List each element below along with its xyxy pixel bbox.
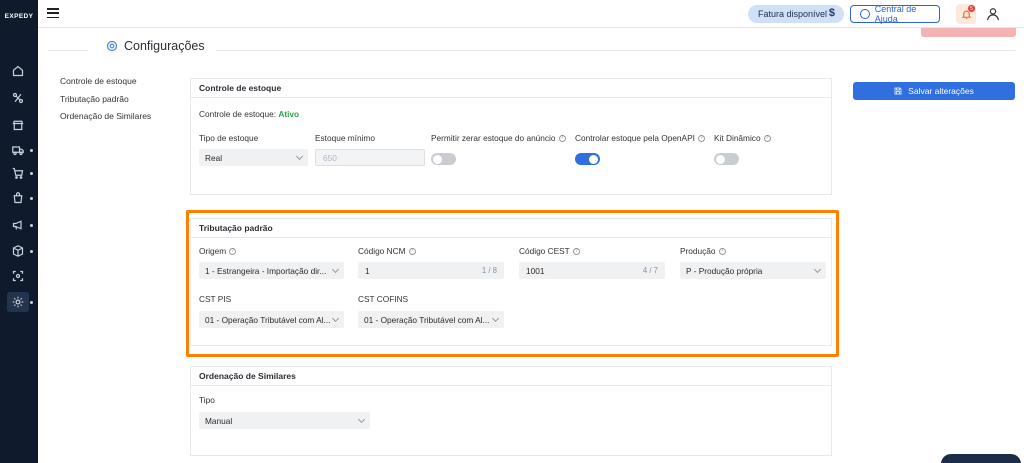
- nav-dot: [30, 301, 33, 304]
- menu-item-tributacao[interactable]: Tributação padrão: [60, 94, 190, 104]
- similares-tipo-label: Tipo: [199, 395, 215, 405]
- openapi-toggle[interactable]: [575, 153, 600, 165]
- notifications-button[interactable]: 5: [956, 4, 976, 24]
- tipo-estoque-value: Real: [205, 152, 223, 163]
- highlight-box: [186, 210, 839, 357]
- permitir-zerar-text: Permitir zerar estoque do anúncio: [431, 133, 556, 143]
- openapi-text: Controlar estoque pela OpenAPI: [575, 133, 695, 143]
- save-button-label: Salvar alterações: [908, 86, 974, 96]
- card-title: Controle de estoque: [191, 79, 831, 98]
- main-content: Configurações Controle de estoque Tribut…: [38, 28, 1024, 463]
- stock-status-value: Ativo: [278, 109, 300, 119]
- menu-item-similares[interactable]: Ordenação de Similares: [60, 111, 190, 121]
- page-title-text: Configurações: [124, 39, 205, 53]
- fatura-button[interactable]: Fatura disponível $: [748, 5, 844, 23]
- nav-dot: [30, 172, 33, 175]
- help-icon[interactable]: ?: [763, 134, 771, 142]
- card-title: Ordenação de Similares: [191, 367, 831, 386]
- help-icon[interactable]: ?: [558, 134, 566, 142]
- shopping-bag-icon[interactable]: [7, 188, 29, 208]
- help-icon: [860, 9, 870, 19]
- truck-icon[interactable]: [7, 140, 29, 160]
- home-icon[interactable]: [7, 61, 29, 81]
- section-menu: Controle de estoque Tributação padrão Or…: [60, 76, 190, 129]
- save-button[interactable]: Salvar alterações: [853, 82, 1015, 100]
- dollar-icon: $: [828, 7, 835, 19]
- save-icon: [894, 87, 902, 95]
- chevron-down-icon: [357, 415, 366, 424]
- help-label: Central de Ajuda: [874, 4, 917, 24]
- nav-dot: [30, 197, 33, 200]
- megaphone-icon[interactable]: [7, 215, 29, 235]
- kit-dinamico-toggle[interactable]: [714, 153, 739, 165]
- card-similares: Ordenação de Similares Tipo Manual: [190, 366, 832, 456]
- kit-dinamico-label: Kit Dinâmico?: [714, 133, 771, 143]
- kit-dinamico-text: Kit Dinâmico: [714, 133, 761, 143]
- toggle-knob: [433, 154, 442, 164]
- menu-icon[interactable]: [47, 8, 59, 19]
- store-icon[interactable]: [7, 115, 29, 135]
- notifications-badge: 5: [968, 5, 975, 12]
- integrations-icon[interactable]: [7, 88, 29, 108]
- estoque-minimo-label: Estoque mínimo: [315, 133, 375, 143]
- nav-dot: [30, 224, 33, 227]
- toggle-knob: [589, 154, 598, 164]
- help-center-button[interactable]: Central de Ajuda: [850, 4, 940, 24]
- settings-icon[interactable]: [7, 292, 29, 312]
- divider: [216, 50, 1016, 51]
- chevron-down-icon: [295, 152, 304, 161]
- cart-icon[interactable]: [7, 163, 29, 183]
- permitir-zerar-toggle[interactable]: [431, 153, 456, 165]
- stock-status: Controle de estoque: Ativo: [199, 109, 299, 119]
- nav-dot: [30, 250, 33, 253]
- user-icon[interactable]: [986, 7, 1000, 21]
- estoque-minimo-input: 650: [315, 149, 425, 166]
- scan-icon[interactable]: [7, 266, 29, 286]
- help-icon[interactable]: ?: [697, 134, 705, 142]
- divider: [48, 50, 88, 51]
- nav-dot: [30, 149, 33, 152]
- permitir-zerar-label: Permitir zerar estoque do anúncio?: [431, 133, 566, 143]
- card-controle-estoque: Controle de estoque Controle de estoque:…: [190, 78, 832, 195]
- similares-tipo-select[interactable]: Manual: [199, 412, 370, 429]
- similares-tipo-value: Manual: [205, 415, 233, 426]
- page-title: Configurações: [106, 39, 205, 53]
- topbar: Fatura disponível $ Central de Ajuda 5: [38, 0, 1024, 28]
- tipo-estoque-label: Tipo de estoque: [199, 133, 259, 143]
- chat-widget-button[interactable]: [941, 454, 1021, 463]
- fatura-label: Fatura disponível: [758, 9, 828, 19]
- settings-icon: [106, 40, 118, 52]
- openapi-label: Controlar estoque pela OpenAPI?: [575, 133, 705, 143]
- sidebar: EXPEDY: [0, 0, 38, 463]
- box-icon[interactable]: [7, 241, 29, 261]
- partial-button[interactable]: [921, 28, 1016, 37]
- toggle-knob: [716, 154, 725, 164]
- stock-status-label: Controle de estoque:: [199, 109, 277, 119]
- menu-item-controle-estoque[interactable]: Controle de estoque: [60, 76, 190, 86]
- estoque-minimo-value: 650: [323, 152, 337, 163]
- app-logo: EXPEDY: [4, 13, 34, 20]
- tipo-estoque-select[interactable]: Real: [199, 149, 308, 166]
